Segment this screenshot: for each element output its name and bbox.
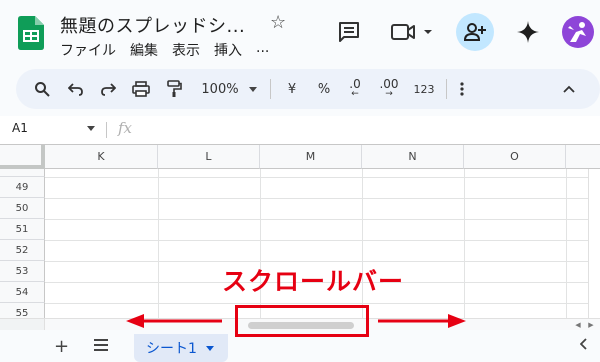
gridline [45, 198, 600, 199]
redo-icon[interactable] [96, 69, 120, 109]
currency-format-button[interactable]: ¥ [280, 69, 304, 109]
column-header-o[interactable]: O [464, 145, 566, 169]
fx-icon: fx [118, 119, 133, 137]
menu-edit[interactable]: 編集 [130, 40, 158, 60]
menu-bar: ファイル 編集 表示 挿入 ... [60, 40, 269, 60]
zoom-select[interactable]: 100% [196, 69, 244, 109]
row-header-53[interactable]: 53 [0, 261, 45, 282]
sheet-tab-dropdown-icon[interactable] [206, 346, 214, 351]
column-header-n[interactable]: N [362, 145, 464, 169]
zoom-value: 100% [201, 81, 239, 97]
meet-icon[interactable] [390, 20, 434, 44]
sheet-tab-1[interactable]: シート1 [134, 334, 228, 362]
comment-icon[interactable] [337, 20, 361, 44]
undo-icon[interactable] [64, 69, 88, 109]
all-sheets-icon[interactable] [93, 338, 109, 352]
menu-insert[interactable]: 挿入 [214, 40, 242, 60]
gridline [158, 169, 159, 320]
title-bar: 無題のスプレッドシ... ☆ ファイル 編集 表示 挿入 ... [0, 0, 600, 68]
row-header-54[interactable]: 54 [0, 282, 45, 303]
gridline [45, 177, 600, 178]
chevron-down-icon[interactable] [87, 126, 95, 131]
menu-view[interactable]: 表示 [172, 40, 200, 60]
paint-format-icon[interactable] [162, 69, 186, 109]
annotation-highlight-box [235, 305, 369, 337]
print-icon[interactable] [128, 69, 154, 109]
row-header-partial [0, 169, 45, 177]
document-title[interactable]: 無題のスプレッドシ... [60, 12, 245, 38]
column-header-m[interactable]: M [260, 145, 362, 169]
toolbar-divider [446, 79, 447, 99]
row-header-49[interactable]: 49 [0, 177, 45, 198]
vertical-scrollbar[interactable] [588, 169, 600, 320]
share-button[interactable] [456, 13, 494, 51]
scroll-left-icon[interactable]: ◀ [572, 320, 584, 330]
more-vert-icon[interactable] [454, 69, 470, 109]
sheets-logo-icon[interactable] [18, 16, 44, 50]
row-header-51[interactable]: 51 [0, 219, 45, 240]
zoom-dropdown-icon[interactable] [246, 69, 260, 109]
decrease-decimal-button[interactable]: .0 ← [342, 69, 368, 109]
toolbar-divider [270, 79, 271, 99]
chevron-up-icon[interactable] [558, 69, 580, 109]
increase-decimal-button[interactable]: .00 → [374, 69, 404, 109]
formula-bar: A1 fx [0, 116, 600, 144]
menu-more[interactable]: ... [256, 40, 269, 60]
gridline [45, 303, 600, 304]
decrease-decimal-label: .0 [349, 77, 361, 91]
gridline [566, 169, 567, 320]
percent-label: % [317, 81, 331, 97]
star-icon[interactable]: ☆ [270, 12, 286, 33]
row-header-50[interactable]: 50 [0, 198, 45, 219]
gridline [45, 219, 600, 220]
chevron-left-icon[interactable] [579, 338, 588, 353]
avatar[interactable] [562, 16, 594, 48]
increase-decimal-label: .00 [379, 77, 399, 91]
formula-bar-divider [106, 122, 107, 138]
column-header-partial[interactable] [566, 145, 600, 169]
gridline [45, 240, 600, 241]
column-header-k[interactable]: K [45, 145, 158, 169]
percent-format-button[interactable]: % [312, 69, 336, 109]
menu-file[interactable]: ファイル [60, 40, 116, 60]
number-format-button[interactable]: 123 [410, 69, 438, 109]
annotation-label: スクロールバー [222, 267, 405, 296]
search-menus-icon[interactable] [30, 69, 54, 109]
gridline [464, 169, 465, 320]
sheet-tab-label: シート1 [146, 341, 197, 357]
select-all-corner[interactable] [0, 145, 45, 169]
gemini-sparkle-icon[interactable] [516, 20, 540, 44]
arrow-right-icon: → [385, 89, 393, 99]
scroll-right-icon[interactable]: ▶ [585, 320, 597, 330]
row-header-52[interactable]: 52 [0, 240, 45, 261]
number-format-label: 123 [413, 82, 435, 96]
toolbar: 100% ¥ % .0 ← .00 → 123 [16, 69, 600, 109]
currency-label: ¥ [287, 81, 297, 97]
column-header-l[interactable]: L [158, 145, 260, 169]
name-box[interactable]: A1 [12, 121, 28, 135]
arrow-left-icon: ← [351, 89, 359, 99]
add-sheet-icon[interactable]: + [54, 336, 69, 357]
